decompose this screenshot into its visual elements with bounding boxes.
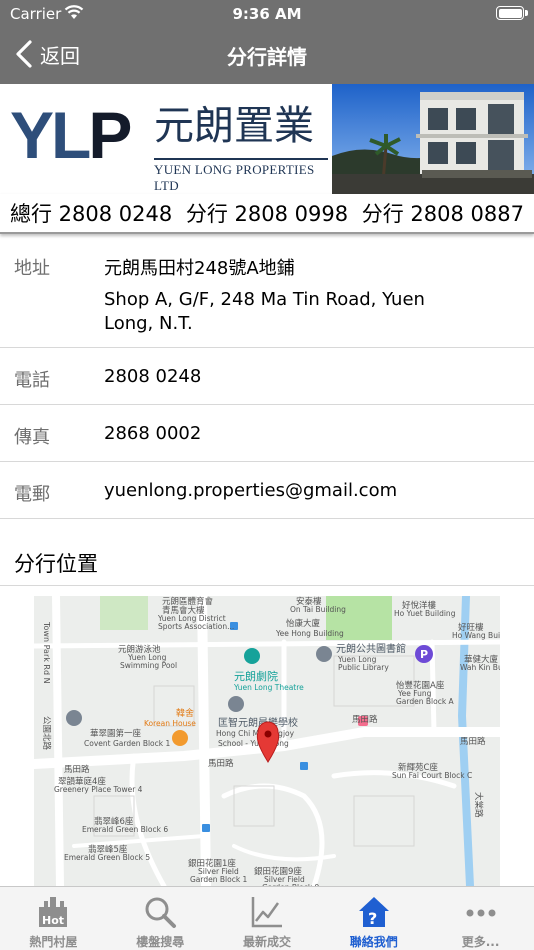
branch-map[interactable]: P 元朗區體育會 青馬會大樓 Yuen Long District Sports…: [34, 596, 500, 886]
svg-text:P: P: [420, 648, 428, 661]
svg-text:Hong Chi Morningjoy: Hong Chi Morningjoy: [216, 729, 295, 738]
svg-text:Hot: Hot: [42, 914, 64, 927]
email-row[interactable]: 電郵 yuenlong.properties@gmail.com: [0, 462, 534, 519]
svg-text:元朗劇院: 元朗劇院: [234, 669, 278, 683]
svg-text:大棠路: 大棠路: [473, 792, 484, 818]
svg-text:匡智元朗晨樂學校: 匡智元朗晨樂學校: [218, 716, 298, 729]
section-title-location: 分行位置: [14, 552, 98, 576]
svg-text:Korean House: Korean House: [144, 719, 196, 728]
contact-icon: ?: [358, 897, 389, 928]
branch-details: 地址 元朗馬田村248號A地鋪 Shop A, G/F, 248 Ma Tin …: [0, 236, 534, 519]
tab-label: 最新成交: [242, 935, 291, 949]
tab-property-search[interactable]: 樓盤搜尋: [107, 887, 214, 950]
tab-label: 更多...: [461, 935, 500, 949]
company-logo: YLP 元朗置業 YUEN LONG PROPERTIES LTD: [8, 98, 328, 193]
svg-text:Wah Kin Building: Wah Kin Building: [460, 663, 500, 672]
svg-text:Ho Wang Building: Ho Wang Building: [452, 631, 500, 640]
logo-english-name: YUEN LONG PROPERTIES LTD: [154, 158, 328, 194]
hot-village-icon: Hot: [39, 897, 68, 927]
logo-chinese-name: 元朗置業: [154, 103, 314, 149]
phone-row[interactable]: 電話 2808 0248: [0, 348, 534, 405]
branch-phone-2[interactable]: 分行 2808 0887: [362, 198, 524, 228]
battery-icon: [496, 6, 524, 20]
tab-label: 聯絡我們: [349, 935, 398, 949]
svg-text:Sports Association...: Sports Association...: [158, 622, 234, 631]
fax-row[interactable]: 傳真 2868 0002: [0, 405, 534, 462]
address-chinese: 元朗馬田村248號A地鋪: [104, 258, 295, 279]
tab-label: 熱門村屋: [29, 935, 78, 949]
svg-text:?: ?: [368, 909, 377, 928]
svg-text:Garden Block A: Garden Block A: [396, 697, 455, 706]
svg-text:元朗公共圖書館: 元朗公共圖書館: [336, 642, 406, 655]
svg-text:Greenery Place Tower 4: Greenery Place Tower 4: [54, 785, 143, 794]
email-value: yuenlong.properties@gmail.com: [104, 480, 398, 501]
tab-bar: Hot 熱門村屋 樓盤搜尋 最新成交 ? 聯絡我們 更多...: [0, 886, 534, 950]
svg-text:公園北路: 公園北路: [41, 716, 52, 751]
svg-text:馬田路: 馬田路: [352, 714, 378, 725]
svg-text:怡康大廈: 怡康大廈: [286, 618, 321, 629]
svg-text:Public Library: Public Library: [338, 663, 389, 672]
address-english: Shop A, G/F, 248 Ma Tin Road, Yuen Long,…: [104, 289, 425, 334]
phone-value: 2808 0248: [104, 366, 202, 387]
svg-text:On Tai Building: On Tai Building: [290, 605, 346, 614]
more-icon: [466, 909, 496, 917]
svg-text:馬田路: 馬田路: [460, 736, 486, 747]
logo-mark: YLP: [10, 98, 132, 172]
address-row[interactable]: 地址 元朗馬田村248號A地鋪 Shop A, G/F, 248 Ma Tin …: [0, 236, 534, 348]
svg-text:Town Park Rd N: Town Park Rd N: [42, 621, 51, 684]
battery-tip-icon: [525, 10, 528, 16]
head-office-phone[interactable]: 總行 2808 0248: [10, 198, 172, 228]
svg-text:韓舍: 韓舍: [176, 707, 194, 719]
navigation-bar: Carrier 9:36 AM 返回 分行詳情: [0, 0, 534, 84]
branch-phone-1[interactable]: 分行 2808 0998: [186, 198, 348, 228]
svg-text:Sun Fai Court Block C: Sun Fai Court Block C: [392, 771, 472, 780]
search-icon: [145, 897, 177, 928]
tab-hot-village[interactable]: Hot 熱門村屋: [0, 887, 107, 950]
company-banner: YLP 元朗置業 YUEN LONG PROPERTIES LTD: [0, 84, 534, 194]
fax-label: 傳真: [14, 427, 50, 448]
page-title: 分行詳情: [227, 45, 307, 69]
clock: 9:36 AM: [232, 5, 302, 23]
svg-text:華翠園第一座: 華翠園第一座: [90, 728, 142, 739]
status-bar: Carrier 9:36 AM: [0, 0, 534, 28]
section-divider: [0, 585, 534, 586]
svg-text:馬田路: 馬田路: [208, 758, 234, 769]
phone-label: 電話: [14, 370, 50, 391]
house-photo: [332, 84, 534, 194]
email-label: 電郵: [14, 484, 50, 505]
svg-text:Yee Hong Building: Yee Hong Building: [275, 629, 344, 638]
svg-text:Emerald Green Block 6: Emerald Green Block 6: [82, 825, 168, 834]
svg-text:Emerald Green Block 5: Emerald Green Block 5: [64, 853, 150, 862]
chart-icon: [251, 897, 282, 928]
svg-text:Garden Block 1: Garden Block 1: [190, 875, 248, 884]
fax-value: 2868 0002: [104, 423, 202, 444]
address-label: 地址: [14, 258, 50, 279]
tab-label: 樓盤搜尋: [136, 935, 185, 949]
svg-text:Swimming Pool: Swimming Pool: [120, 661, 177, 670]
tab-latest-deals[interactable]: 最新成交: [214, 887, 321, 950]
svg-text:Ho Yuet Building: Ho Yuet Building: [394, 609, 456, 618]
tab-contact-us[interactable]: ? 聯絡我們: [320, 887, 427, 950]
phone-numbers-bar: 總行 2808 0248 分行 2808 0998 分行 2808 0887: [0, 194, 534, 234]
svg-text:Covent Garden Block 1: Covent Garden Block 1: [84, 739, 170, 748]
svg-text:馬田路: 馬田路: [64, 764, 90, 775]
tab-more[interactable]: 更多...: [427, 887, 534, 950]
svg-text:Yuen Long Theatre: Yuen Long Theatre: [233, 683, 304, 692]
